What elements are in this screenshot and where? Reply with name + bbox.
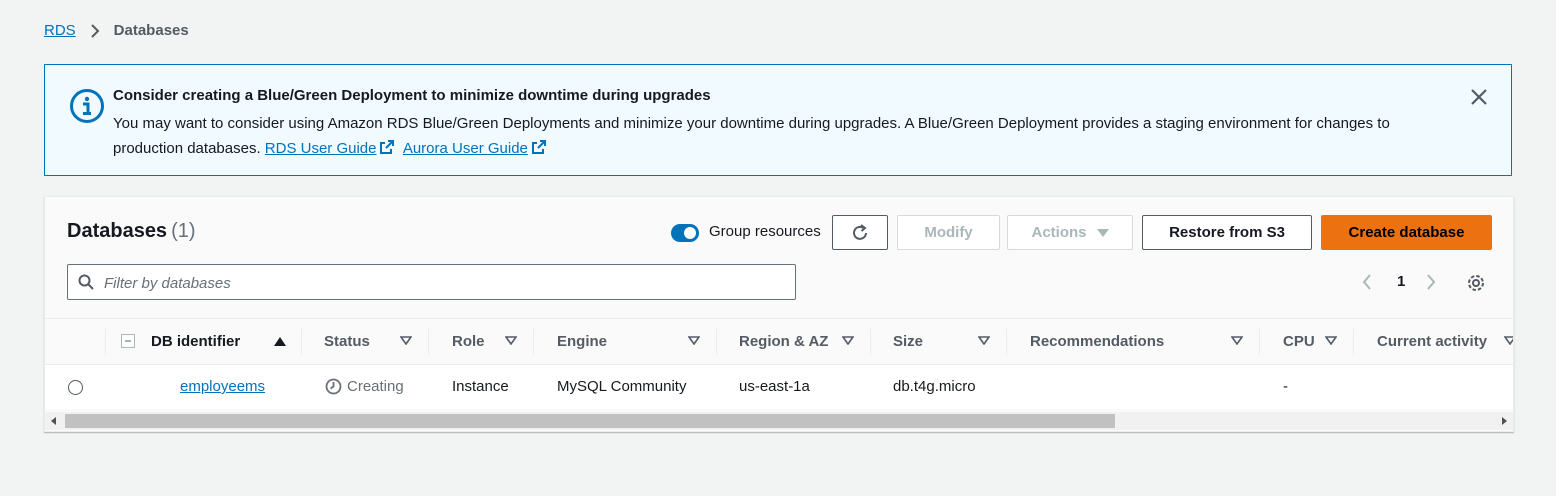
actions-label: Actions [1031,224,1087,241]
breadcrumb: RDS Databases [44,22,189,39]
close-icon[interactable] [1469,87,1489,107]
refresh-button[interactable] [832,215,888,250]
column-cpu[interactable]: CPU [1283,319,1315,364]
column-status[interactable]: Status [324,319,370,364]
column-current-activity[interactable]: Current activity [1377,319,1487,364]
group-resources-toggle[interactable] [671,224,699,242]
panel-count: (1) [171,220,196,242]
chevron-right-icon [90,23,100,38]
scroll-left-icon[interactable] [51,417,56,425]
flash-body: You may want to consider using Amazon RD… [113,111,1433,161]
column-role[interactable]: Role [452,319,485,364]
table-row[interactable]: employeems Creating Instance MySQL Commu… [45,365,1513,409]
pagination-next-icon[interactable] [1425,273,1437,291]
gear-icon[interactable] [1466,273,1486,293]
search-input[interactable] [102,265,786,301]
sort-icon[interactable] [1325,336,1337,345]
group-resources-label: Group resources [709,223,821,240]
size-cell: db.t4g.micro [893,378,976,395]
breadcrumb-rds-link[interactable]: RDS [44,22,76,39]
actions-button[interactable]: Actions [1007,215,1133,250]
column-engine[interactable]: Engine [557,319,607,364]
restore-from-s3-button[interactable]: Restore from S3 [1142,215,1312,250]
search-box [67,264,796,301]
modify-button[interactable]: Modify [897,215,1000,250]
scroll-right-icon[interactable] [1502,417,1507,425]
db-identifier-link[interactable]: employeems [180,378,265,395]
sort-icon[interactable] [1231,336,1243,345]
select-all-checkbox[interactable] [121,334,135,348]
caret-down-icon [1096,228,1109,237]
info-icon [70,89,104,123]
role-cell: Instance [452,378,509,395]
aurora-user-guide-link[interactable]: Aurora User Guide [403,140,528,157]
sort-icon[interactable] [978,336,990,345]
external-link-icon [531,140,546,154]
create-database-button[interactable]: Create database [1321,215,1492,250]
column-recommendations[interactable]: Recommendations [1030,319,1164,364]
databases-panel: Databases (1) Group resources Modify Acti… [44,196,1514,432]
sort-icon[interactable] [505,336,517,345]
sort-icon[interactable] [1504,336,1514,345]
status-text: Creating [347,378,404,395]
pagination-prev-icon[interactable] [1361,273,1373,291]
sort-icon[interactable] [842,336,854,345]
engine-cell: MySQL Community [557,378,687,395]
column-db-identifier[interactable]: DB identifier [151,319,240,364]
flash-banner: Consider creating a Blue/Green Deploymen… [44,64,1512,176]
scrollbar-thumb[interactable] [65,414,1115,428]
sort-icon[interactable] [400,336,412,345]
sort-icon[interactable] [688,336,700,345]
status-cell: Creating [325,378,404,395]
column-size[interactable]: Size [893,319,923,364]
row-select-radio[interactable] [68,380,83,395]
pending-clock-icon [325,378,342,395]
column-region-az[interactable]: Region & AZ [739,319,828,364]
breadcrumb-current: Databases [113,22,189,39]
panel-title-text: Databases [67,220,168,242]
cpu-cell: - [1283,378,1288,395]
table-header: DB identifier Status Role Engine Region … [45,318,1514,365]
pagination-page[interactable]: 1 [1397,273,1405,290]
sort-ascending-icon[interactable] [274,336,286,346]
search-icon [78,274,94,290]
rds-user-guide-link[interactable]: RDS User Guide [265,140,377,157]
panel-title: Databases (1) [67,220,196,243]
region-cell: us-east-1a [739,378,810,395]
refresh-icon [853,223,867,240]
horizontal-scrollbar[interactable] [45,412,1513,430]
flash-title: Consider creating a Blue/Green Deploymen… [113,87,711,104]
external-link-icon [380,140,395,154]
